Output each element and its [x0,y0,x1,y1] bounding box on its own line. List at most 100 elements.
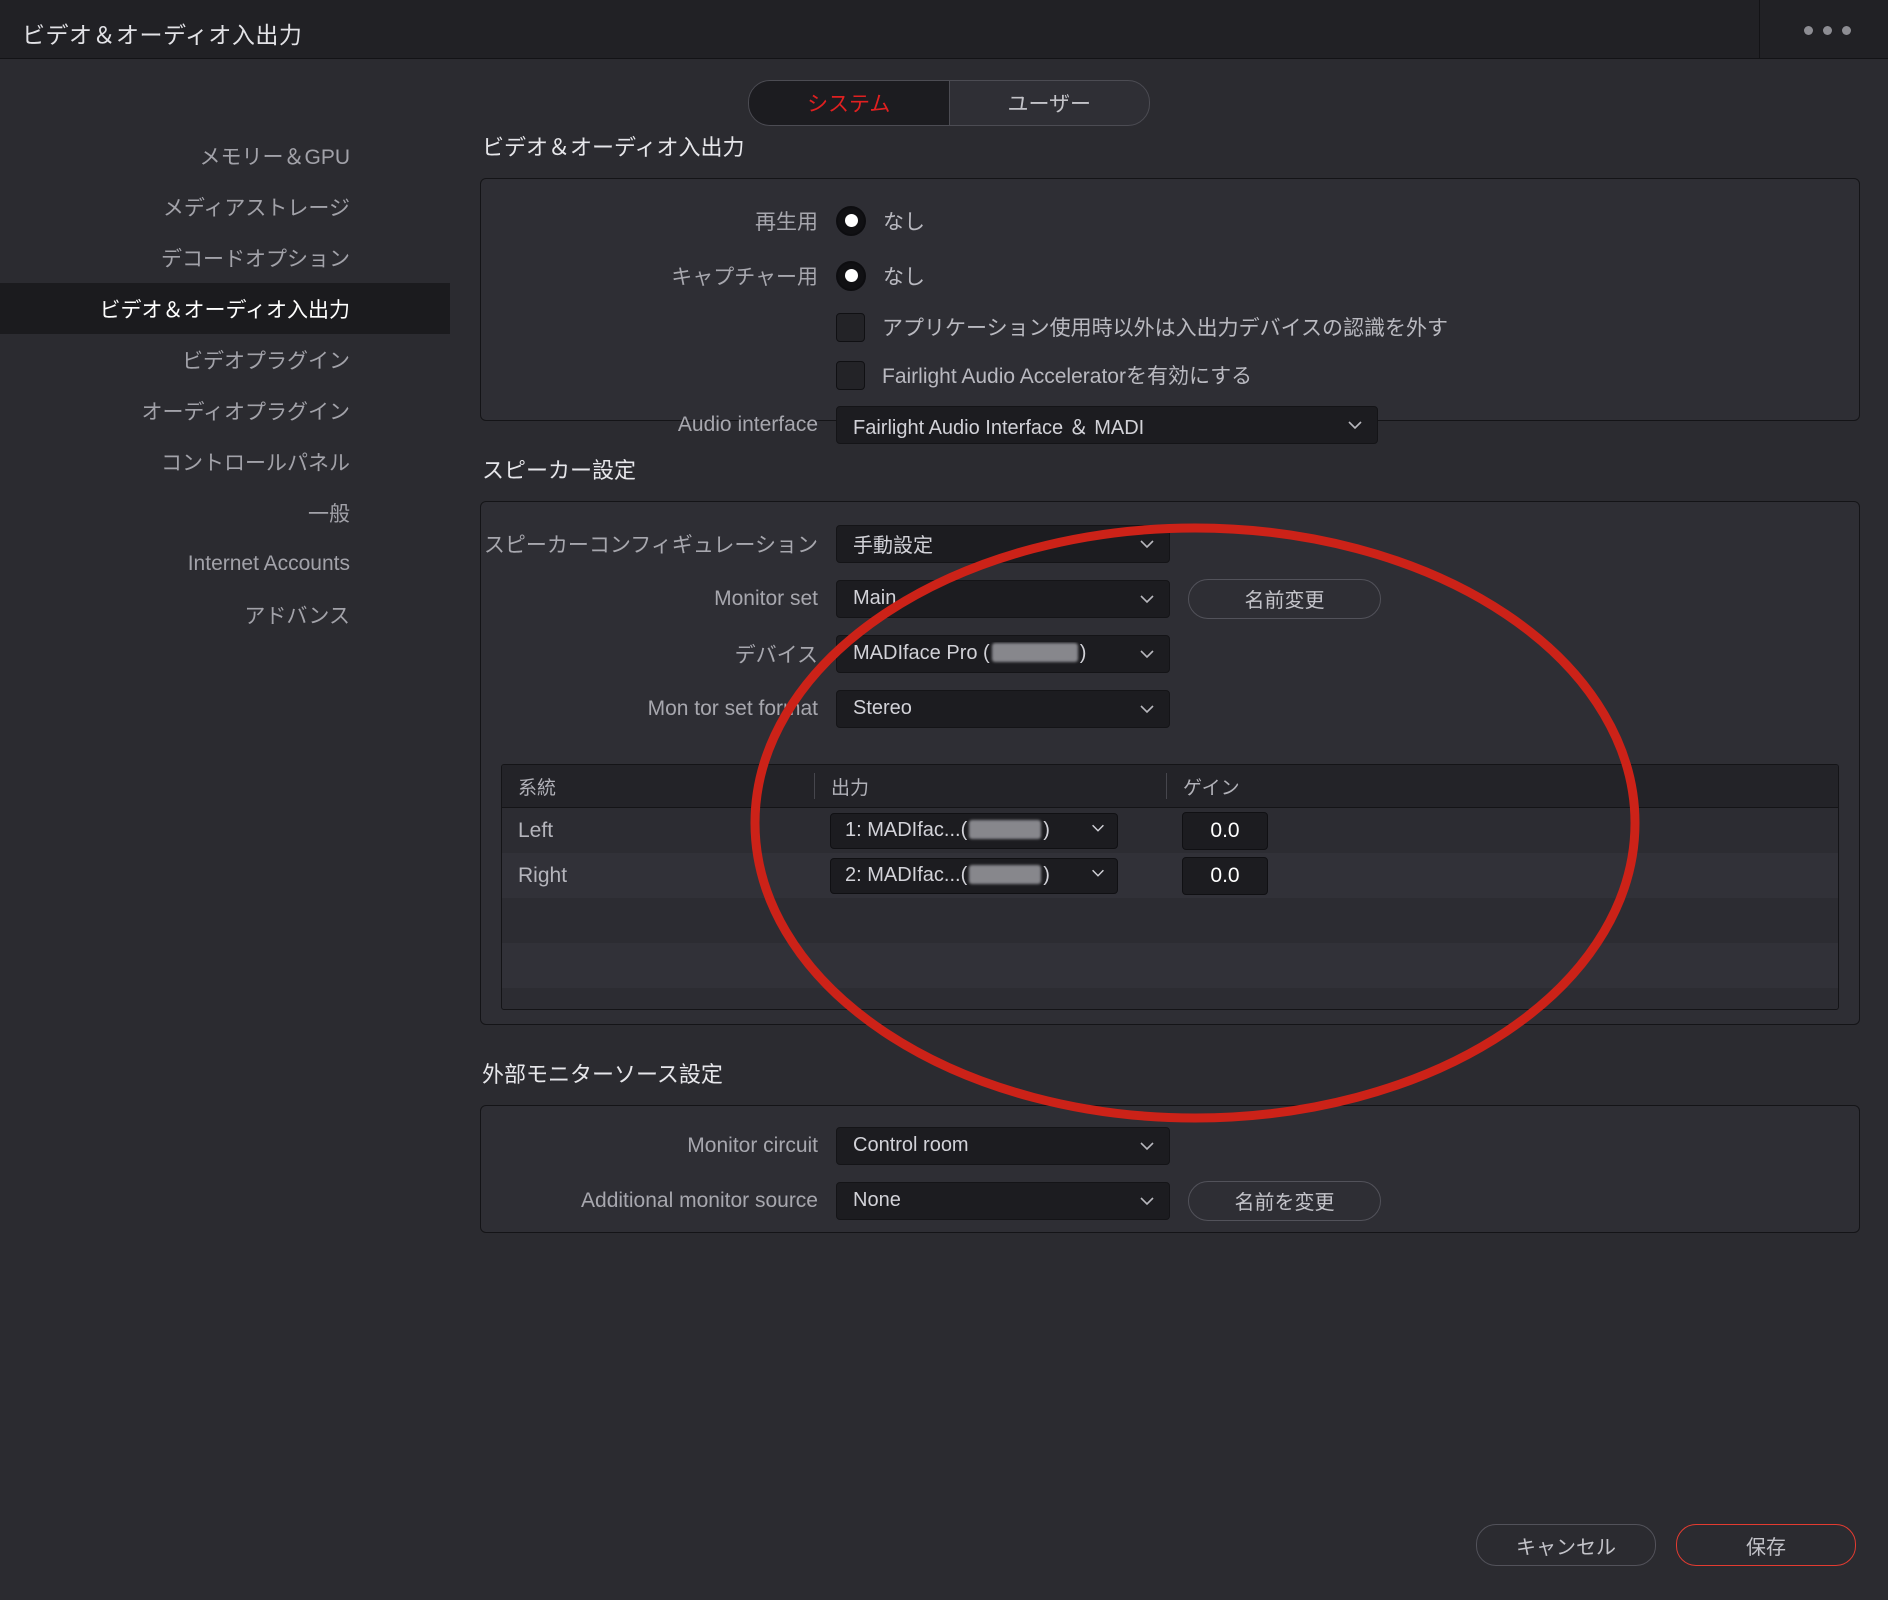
table-row-empty[interactable] [502,988,1838,1010]
radio-dot [845,269,858,282]
cell-output: 1: MADIfac...() [814,813,1166,849]
mode-tabs: システム ユーザー [748,80,1150,126]
monitor-set-format-row: Mon tor set format Stereo [481,681,1859,736]
gain-input[interactable]: 0.0 [1182,812,1268,850]
audio-interface-row: Audio interface Fairlight Audio Interfac… [481,399,1859,451]
ellipsis-dot-3 [1842,26,1851,35]
speaker-config-label: スピーカーコンフィギュレーション [481,529,836,559]
table-header-row: 系統 出力 ゲイン [502,765,1838,808]
monitor-set-select[interactable]: Main [836,580,1170,618]
monitor-set-format-label: Mon tor set format [481,697,836,721]
audio-interface-label: Audio interface [481,413,836,437]
sidebar-item-media-storage[interactable]: メディアストレージ [0,181,450,232]
release-devices-label: アプリケーション使用時以外は入出力デバイスの認識を外す [882,312,1448,342]
redacted-serial [969,865,1041,884]
playback-radio[interactable] [836,206,866,236]
additional-monitor-source-row: Additional monitor source None 名前を変更 [481,1173,1859,1228]
playback-row: 再生用 なし [481,193,1859,248]
monitor-circuit-row: Monitor circuit Control room [481,1118,1859,1173]
device-value-suffix: ) [1080,642,1087,664]
sidebar-item-internet-accounts[interactable]: Internet Accounts [0,538,450,589]
cell-channel: Right [502,864,814,888]
sidebar-item-video-plugins[interactable]: ビデオプラグイン [0,334,450,385]
speaker-config-value: 手動設定 [853,529,1137,558]
chevron-down-icon [1089,864,1107,888]
additional-monitor-source-select[interactable]: None [836,1182,1170,1220]
cell-channel: Left [502,819,814,843]
output-value-suffix: ) [1043,819,1050,841]
io-panel: 再生用 なし キャプチャー用 なし アプリケーション使用時以外は入出力デバイスの… [480,178,1860,421]
device-row: デバイス MADIface Pro () [481,626,1859,681]
device-value: MADIface Pro () [853,642,1137,665]
table-row-empty[interactable] [502,898,1838,943]
fairlight-accel-checkbox[interactable] [836,361,865,390]
output-value: 1: MADIfac...() [845,819,1089,842]
capture-row: キャプチャー用 なし [481,248,1859,303]
fairlight-accel-label: Fairlight Audio Acceleratorを有効にする [882,360,1252,390]
speaker-panel: スピーカーコンフィギュレーション 手動設定 Monitor set Main 名… [480,501,1860,1025]
gain-input[interactable]: 0.0 [1182,857,1268,895]
output-value-prefix: 2: MADIfac...( [845,864,967,886]
monitor-set-rename-button[interactable]: 名前変更 [1188,579,1381,619]
output-value-prefix: 1: MADIfac...( [845,819,967,841]
window-title: ビデオ＆オーディオ入出力 [22,16,302,50]
additional-monitor-source-rename-button[interactable]: 名前を変更 [1188,1181,1381,1221]
monitor-set-format-value: Stereo [853,697,1137,720]
monitor-set-label: Monitor set [481,587,836,611]
sidebar-item-audio-plugins[interactable]: オーディオプラグイン [0,385,450,436]
ellipsis-icon[interactable] [1790,19,1864,41]
table-row[interactable]: Left 1: MADIfac...() 0.0 [502,808,1838,853]
speaker-config-row: スピーカーコンフィギュレーション 手動設定 [481,516,1859,571]
tab-user[interactable]: ユーザー [949,81,1150,125]
chevron-down-icon [1137,699,1157,719]
chevron-down-icon [1137,589,1157,609]
sidebar-item-control-panels[interactable]: コントロールパネル [0,436,450,487]
capture-radio[interactable] [836,261,866,291]
sidebar-item-decode-options[interactable]: デコードオプション [0,232,450,283]
tab-system[interactable]: システム [749,81,949,125]
playback-label: 再生用 [481,206,836,236]
save-button[interactable]: 保存 [1676,1524,1856,1566]
audio-interface-value: Fairlight Audio Interface ＆ MADI [853,411,1345,440]
sidebar-item-video-audio-io[interactable]: ビデオ＆オーディオ入出力 [0,283,450,334]
output-select[interactable]: 2: MADIfac...() [830,858,1118,894]
titlebar-divider [1759,0,1760,59]
sidebar-item-general[interactable]: 一般 [0,487,450,538]
table-row-empty[interactable] [502,943,1838,988]
monitor-circuit-value: Control room [853,1134,1137,1157]
chevron-down-icon [1137,534,1157,554]
monitor-set-row: Monitor set Main 名前変更 [481,571,1859,626]
dialog-footer: キャンセル 保存 [1476,1524,1856,1566]
ellipsis-dot-2 [1823,26,1832,35]
column-header-gain: ゲイン [1166,773,1838,799]
title-bar: ビデオ＆オーディオ入出力 [0,0,1888,59]
output-select[interactable]: 1: MADIfac...() [830,813,1118,849]
chevron-down-icon [1345,415,1365,435]
cancel-button[interactable]: キャンセル [1476,1524,1656,1566]
cell-output: 2: MADIfac...() [814,858,1166,894]
device-select[interactable]: MADIface Pro () [836,635,1170,673]
additional-monitor-source-value: None [853,1189,1137,1212]
sidebar: メモリー＆GPU メディアストレージ デコードオプション ビデオ＆オーディオ入出… [0,130,450,640]
column-header-channel: 系統 [502,773,814,799]
redacted-serial [969,820,1041,839]
release-devices-row: アプリケーション使用時以外は入出力デバイスの認識を外す [481,303,1859,351]
monitor-set-format-select[interactable]: Stereo [836,690,1170,728]
radio-dot [845,214,858,227]
speaker-config-select[interactable]: 手動設定 [836,525,1170,563]
monitor-circuit-select[interactable]: Control room [836,1127,1170,1165]
playback-value: なし [883,206,925,236]
audio-interface-select[interactable]: Fairlight Audio Interface ＆ MADI [836,406,1378,444]
release-devices-checkbox[interactable] [836,313,865,342]
io-section-title: ビデオ＆オーディオ入出力 [482,130,1860,162]
table-row[interactable]: Right 2: MADIfac...() 0.0 [502,853,1838,898]
settings-content: ビデオ＆オーディオ入出力 再生用 なし キャプチャー用 なし アプリケーション使… [480,130,1860,1233]
capture-value: なし [883,261,925,291]
external-section-title: 外部モニターソース設定 [482,1057,1860,1089]
speaker-section-title: スピーカー設定 [482,453,1860,485]
external-panel: Monitor circuit Control room Additional … [480,1105,1860,1233]
sidebar-item-advanced[interactable]: アドバンス [0,589,450,640]
chevron-down-icon [1137,1136,1157,1156]
sidebar-item-memory-gpu[interactable]: メモリー＆GPU [0,130,450,181]
cell-gain: 0.0 [1166,812,1838,850]
